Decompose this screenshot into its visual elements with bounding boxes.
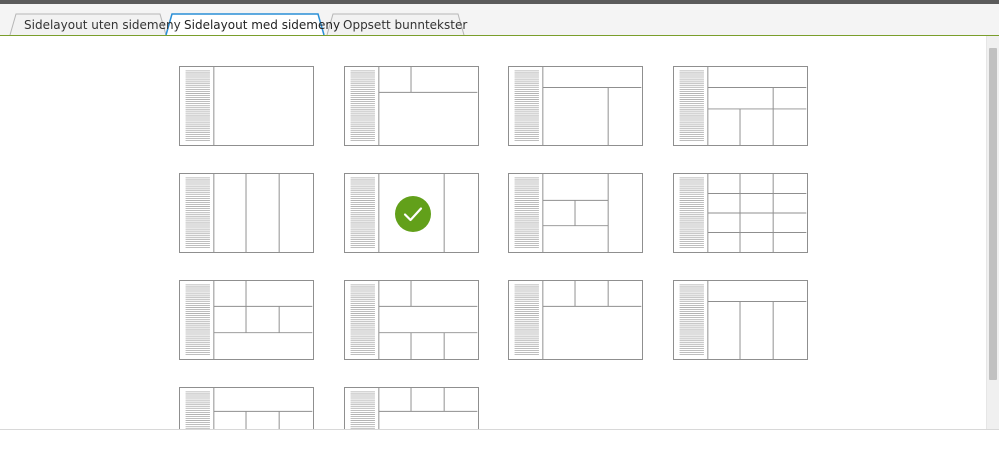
layout-picker-page: Sidelayout uten sidemeny Sidelayout med … [0,0,999,463]
layout-preview [679,174,807,252]
layout-option-5[interactable] [179,173,314,253]
tab-sidelayout-med-sidemeny[interactable]: Sidelayout med sidemeny [184,16,340,34]
footer-divider [0,429,999,430]
tab-sidelayout-uten-sidemeny[interactable]: Sidelayout uten sidemeny [24,16,181,34]
layout-option-2[interactable] [344,66,479,146]
tab-label: Sidelayout uten sidemeny [24,18,181,32]
layout-option-7[interactable] [508,173,643,253]
layout-option-6[interactable] [344,173,479,253]
tab-label: Sidelayout med sidemeny [184,18,341,32]
layout-option-9[interactable] [179,280,314,360]
layout-preview [679,67,807,145]
layout-option-12[interactable] [673,280,808,360]
layout-option-3[interactable] [508,66,643,146]
tab-bar: Sidelayout uten sidemeny Sidelayout med … [0,4,999,36]
layout-option-10[interactable] [344,280,479,360]
layout-preview [185,174,280,252]
layout-option-13[interactable] [179,387,314,429]
layout-option-4[interactable] [673,66,808,146]
tab-oppsett-bunntekster[interactable]: Oppsett bunntekster [343,16,467,34]
layout-grid [0,36,986,429]
layout-option-1[interactable] [179,66,314,146]
layout-preview [185,281,313,359]
layout-preview [350,281,478,359]
layout-preview [679,281,807,359]
layout-option-14[interactable] [344,387,479,429]
layout-option-8[interactable] [673,173,808,253]
tab-label: Oppsett bunntekster [343,18,468,32]
layout-preview [185,67,215,145]
layout-option-11[interactable] [508,280,643,360]
layout-preview [350,67,478,145]
check-circle-icon [395,196,431,232]
layout-preview [185,388,313,429]
vertical-scrollbar[interactable] [986,36,999,429]
layout-preview [514,67,642,145]
scrollbar-thumb[interactable] [989,48,997,380]
layout-preview [350,388,478,429]
layout-preview [514,281,642,359]
layout-preview [514,174,609,252]
